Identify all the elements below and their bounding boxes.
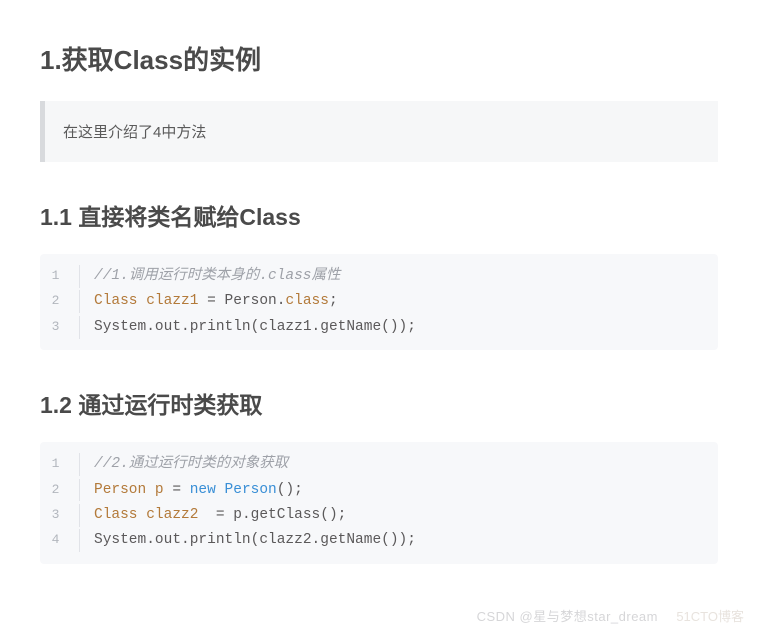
code-block-1: 1//1.调用运行时类本身的.class属性2Class clazz1 = Pe… [40, 254, 718, 350]
line-number: 2 [40, 290, 80, 313]
heading-1: 1.获取Class的实例 [40, 40, 718, 77]
code-line: 3System.out.println(clazz1.getName()); [40, 315, 718, 340]
code-content: //1.调用运行时类本身的.class属性 [80, 264, 341, 289]
line-number: 3 [40, 504, 80, 527]
line-number: 1 [40, 453, 80, 476]
line-number: 4 [40, 529, 80, 552]
code-line: 2Person p = new Person(); [40, 478, 718, 503]
quote-block: 在这里介绍了4中方法 [40, 101, 718, 162]
line-number: 3 [40, 316, 80, 339]
heading-1-1: 1.1 直接将类名赋给Class [40, 198, 718, 232]
code-content: Person p = new Person(); [80, 478, 303, 503]
code-line: 1//2.通过运行时类的对象获取 [40, 452, 718, 477]
watermark-csdn: CSDN @星与梦想star_dream [477, 606, 658, 625]
watermark-51cto: 51CTO博客 [676, 606, 744, 625]
code-content: //2.通过运行时类的对象获取 [80, 452, 288, 477]
code-content: Class clazz1 = Person.class; [80, 289, 338, 314]
line-number: 2 [40, 479, 80, 502]
code-content: System.out.println(clazz1.getName()); [80, 315, 416, 340]
quote-text: 在这里介绍了4中方法 [63, 121, 700, 142]
code-content: Class clazz2 = p.getClass(); [80, 503, 346, 528]
heading-1-2: 1.2 通过运行时类获取 [40, 386, 718, 420]
code-content: System.out.println(clazz2.getName()); [80, 528, 416, 553]
code-line: 3Class clazz2 = p.getClass(); [40, 503, 718, 528]
code-line: 1//1.调用运行时类本身的.class属性 [40, 264, 718, 289]
line-number: 1 [40, 265, 80, 288]
code-line: 2Class clazz1 = Person.class; [40, 289, 718, 314]
code-line: 4System.out.println(clazz2.getName()); [40, 528, 718, 553]
code-block-2: 1//2.通过运行时类的对象获取2Person p = new Person()… [40, 442, 718, 564]
